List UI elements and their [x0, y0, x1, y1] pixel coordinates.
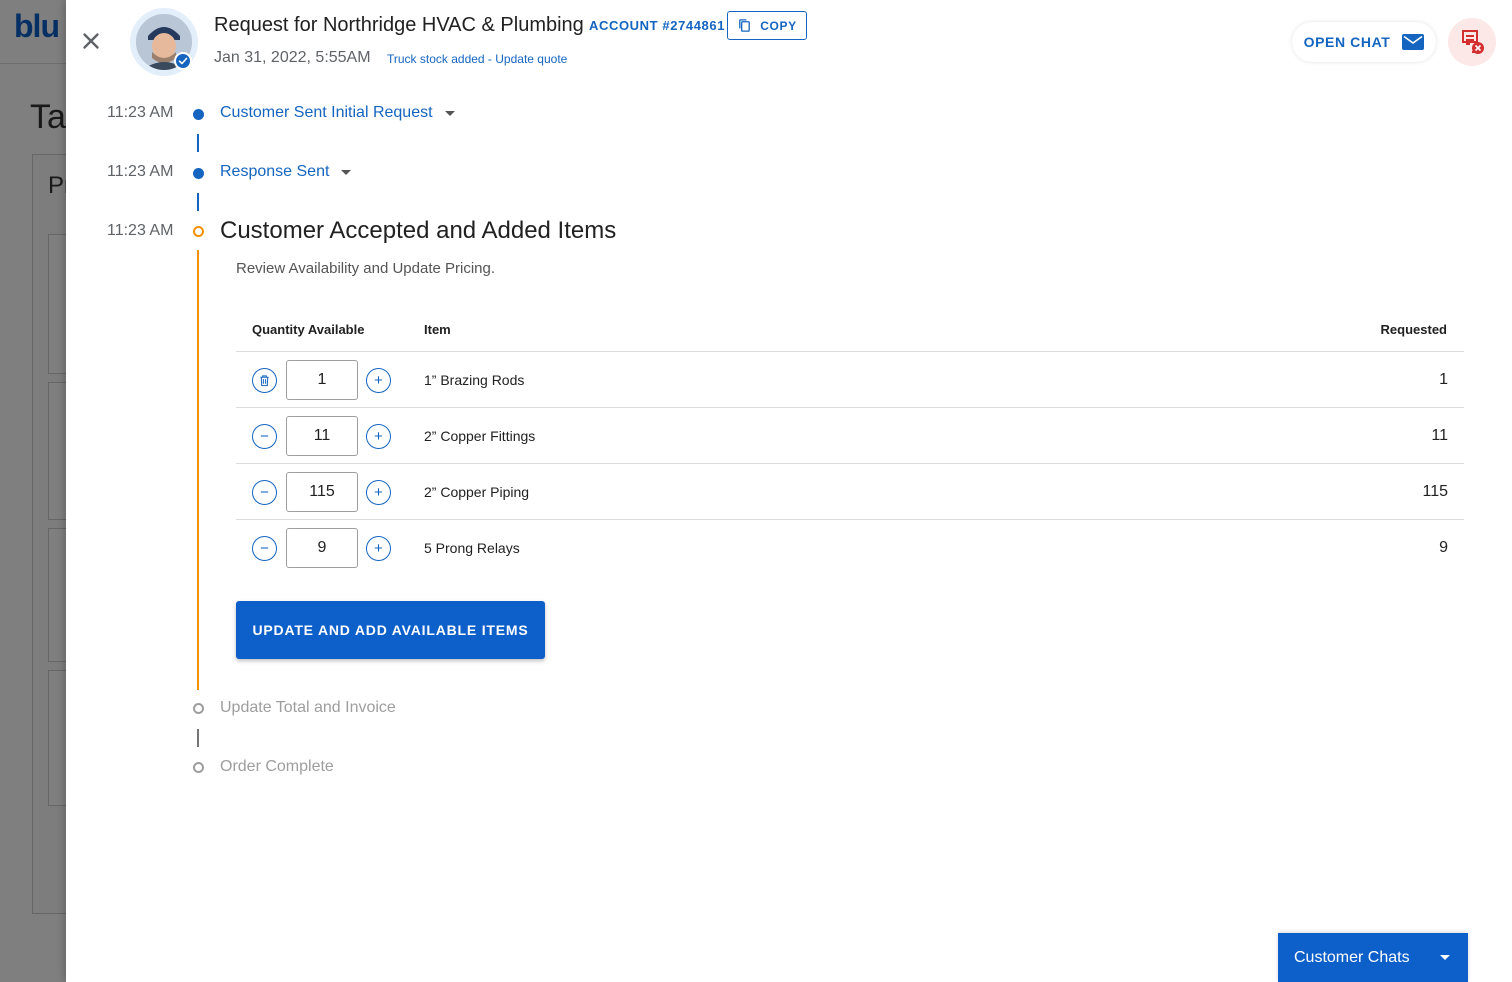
- step-response-sent[interactable]: Response Sent: [220, 163, 352, 181]
- decrease-quantity-button[interactable]: −: [252, 536, 277, 561]
- table-row: − 115 + 2” Copper Piping 115: [236, 464, 1464, 520]
- active-step-subtitle: Review Availability and Update Pricing.: [236, 260, 496, 277]
- minus-icon: −: [260, 428, 269, 445]
- customer-chats-label: Customer Chats: [1294, 948, 1410, 966]
- requested-quantity: 11: [1431, 427, 1448, 444]
- active-step-title: Customer Accepted and Added Items: [220, 217, 617, 244]
- caret-down-icon: [444, 110, 455, 116]
- cancel-request-button[interactable]: [1448, 18, 1496, 66]
- close-icon: [83, 33, 99, 49]
- step-complete-dot: [193, 168, 204, 179]
- open-chat-button[interactable]: OPEN CHAT: [1292, 22, 1436, 62]
- plus-icon: +: [374, 372, 383, 389]
- delete-item-button[interactable]: [252, 368, 277, 393]
- step-pending-dot: [193, 703, 204, 714]
- increase-quantity-button[interactable]: +: [366, 424, 391, 449]
- column-header-requested: Requested: [1380, 322, 1447, 337]
- status-link[interactable]: Truck stock added - Update quote: [387, 52, 567, 66]
- decrease-quantity-button[interactable]: −: [252, 480, 277, 505]
- quantity-input[interactable]: 1: [286, 360, 358, 400]
- quantity-input[interactable]: 9: [286, 528, 358, 568]
- step-time: 11:23 AM: [107, 163, 174, 180]
- step-pending-dot: [193, 762, 204, 773]
- item-name: 1” Brazing Rods: [424, 372, 525, 388]
- minus-icon: −: [260, 484, 269, 501]
- step-customer-sent-initial-request[interactable]: Customer Sent Initial Request: [220, 104, 455, 122]
- step-order-complete: Order Complete: [220, 758, 334, 775]
- timeline-connector: [197, 729, 199, 747]
- step-complete-dot: [193, 109, 204, 120]
- requested-quantity: 115: [1422, 483, 1448, 500]
- table-row: 1 + 1” Brazing Rods 1: [236, 352, 1464, 408]
- increase-quantity-button[interactable]: +: [366, 368, 391, 393]
- timeline-connector: [197, 193, 199, 211]
- requested-quantity: 1: [1439, 371, 1448, 388]
- copy-button[interactable]: COPY: [727, 11, 807, 40]
- step-time: 11:23 AM: [107, 104, 174, 121]
- request-title: Request for Northridge HVAC & Plumbing: [214, 14, 584, 36]
- quantity-input[interactable]: 11: [286, 416, 358, 456]
- step-label: Customer Sent Initial Request: [220, 104, 433, 121]
- timeline-connector: [197, 134, 199, 152]
- step-label: Response Sent: [220, 163, 330, 180]
- verified-badge-icon: [174, 52, 192, 70]
- column-header-quantity: Quantity Available: [252, 322, 365, 337]
- item-name: 2” Copper Piping: [424, 484, 530, 500]
- plus-icon: +: [374, 428, 383, 445]
- step-active-dot: [193, 226, 204, 237]
- column-header-item: Item: [424, 322, 451, 337]
- trash-icon: [260, 375, 269, 387]
- close-button[interactable]: [78, 28, 104, 54]
- timeline-connector-active: [197, 250, 199, 690]
- increase-quantity-button[interactable]: +: [366, 480, 391, 505]
- plus-icon: +: [374, 484, 383, 501]
- copy-icon: [739, 19, 751, 32]
- step-time: 11:23 AM: [107, 222, 174, 239]
- table-row: − 11 + 2” Copper Fittings 11: [236, 408, 1464, 464]
- minus-icon: −: [260, 540, 269, 557]
- increase-quantity-button[interactable]: +: [366, 536, 391, 561]
- caret-down-icon: [1439, 955, 1450, 960]
- request-date: Jan 31, 2022, 5:55AM: [214, 49, 371, 66]
- decrease-quantity-button[interactable]: −: [252, 424, 277, 449]
- step-update-total-and-invoice: Update Total and Invoice: [220, 699, 396, 716]
- plus-icon: +: [374, 540, 383, 557]
- open-chat-label: OPEN CHAT: [1303, 34, 1391, 50]
- remove-document-icon: [1462, 30, 1484, 54]
- account-number: ACCOUNT #2744861: [589, 18, 726, 33]
- copy-label: COPY: [760, 18, 797, 33]
- item-name: 5 Prong Relays: [424, 540, 520, 556]
- table-row: − 9 + 5 Prong Relays 9: [236, 520, 1464, 576]
- quantity-input[interactable]: 115: [286, 472, 358, 512]
- update-and-add-items-button[interactable]: UPDATE AND ADD AVAILABLE ITEMS: [236, 601, 545, 659]
- caret-down-icon: [341, 169, 352, 175]
- item-name: 2” Copper Fittings: [424, 428, 536, 444]
- request-drawer: Request for Northridge HVAC & Plumbing A…: [66, 0, 1512, 982]
- mail-icon: [1402, 34, 1425, 50]
- customer-chats-toggle[interactable]: Customer Chats: [1278, 933, 1468, 982]
- requested-quantity: 9: [1439, 539, 1448, 556]
- customer-avatar: [130, 8, 198, 76]
